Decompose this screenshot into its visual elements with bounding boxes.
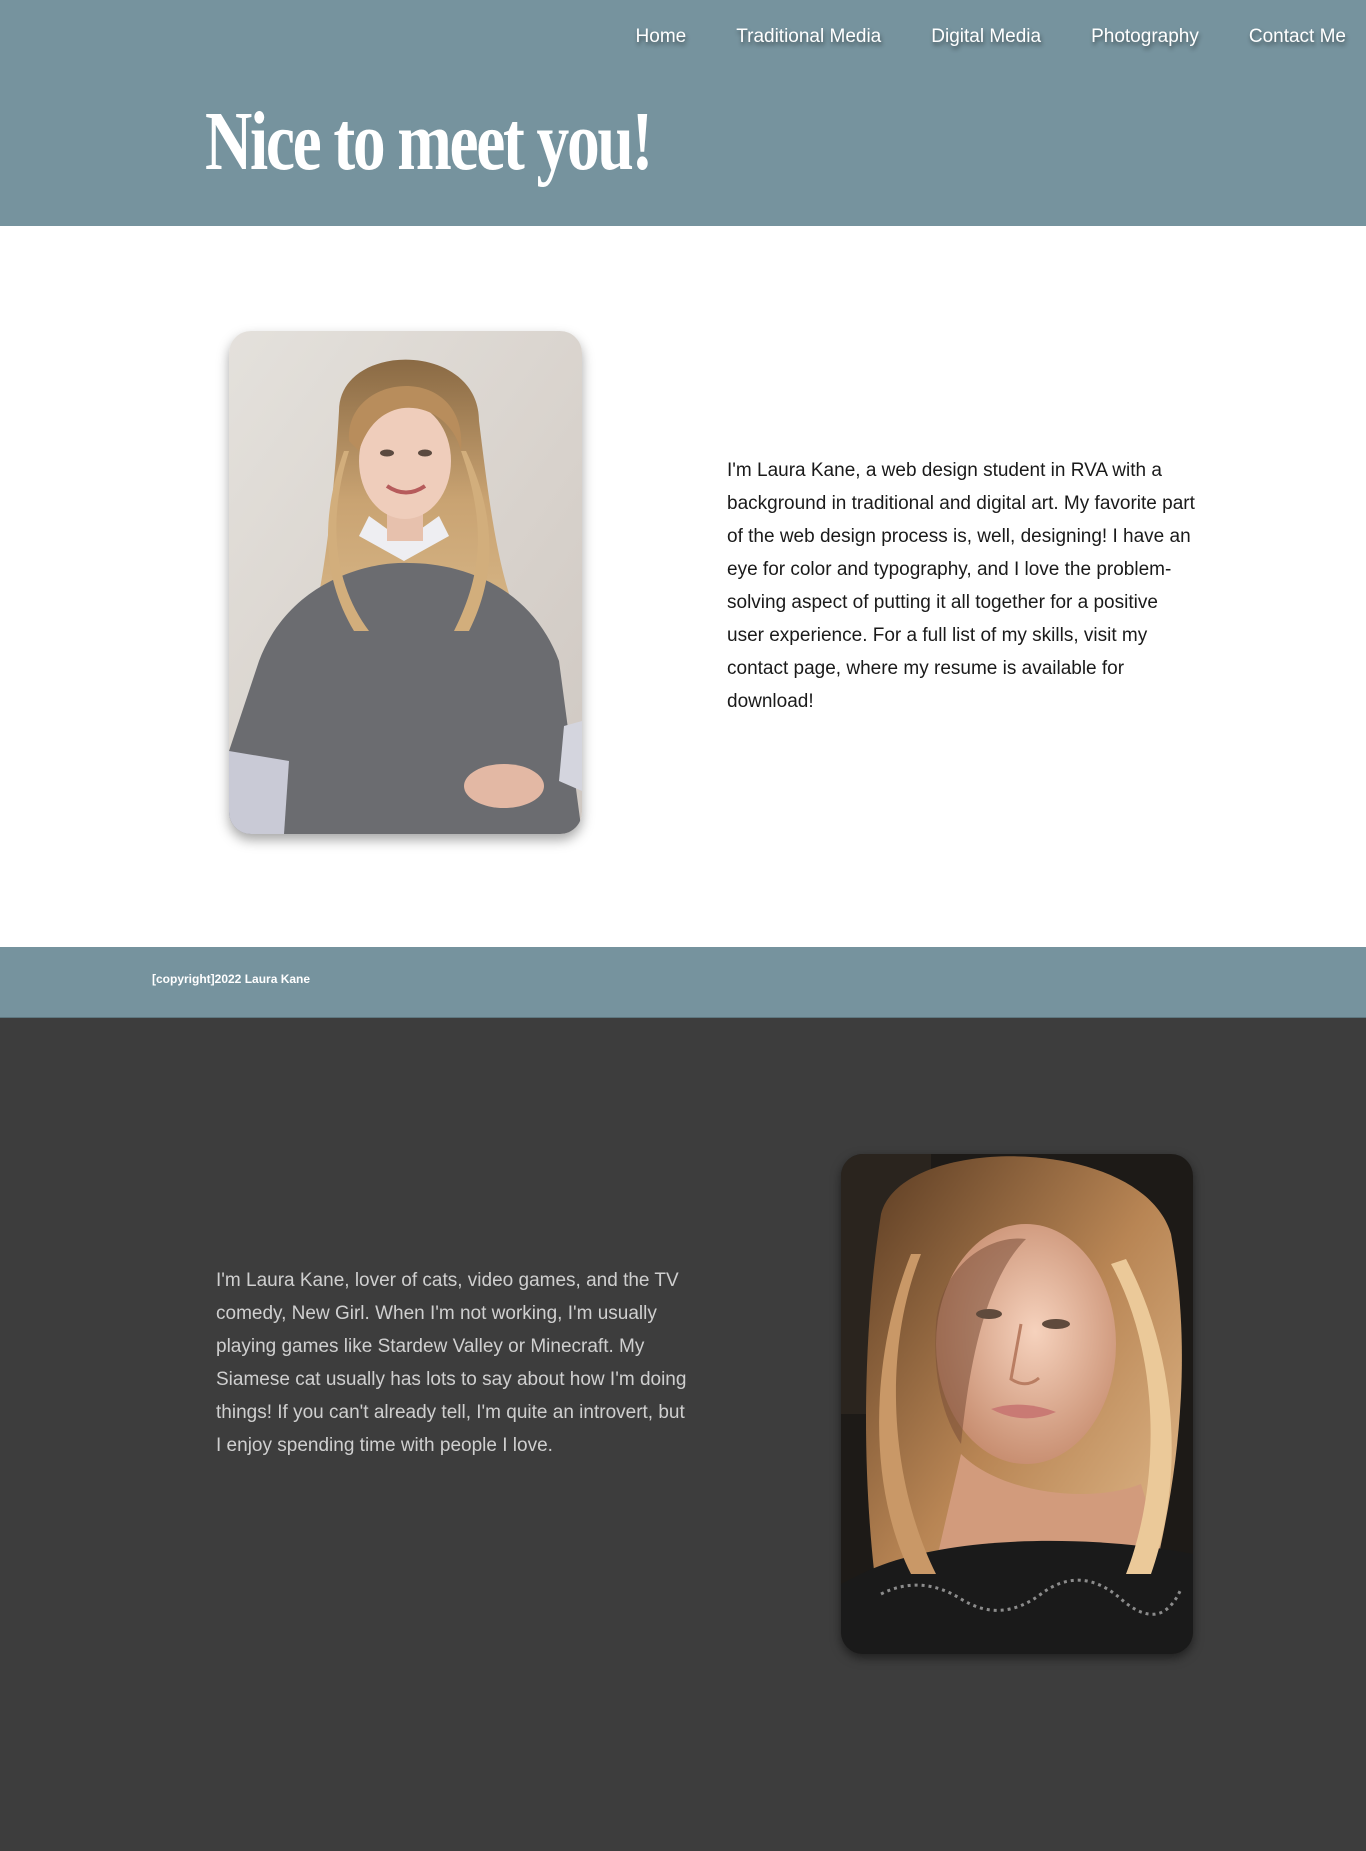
site-footer: [copyright]2022 Laura Kane: [0, 947, 1366, 1018]
personal-bio-text: I'm Laura Kane, lover of cats, video gam…: [216, 1270, 687, 1456]
main-nav: Home Traditional Media Digital Media Pho…: [586, 22, 1346, 52]
nav-digital-media-link[interactable]: Digital Media: [931, 22, 1041, 52]
nav-photography-link[interactable]: Photography: [1091, 22, 1199, 52]
selfie-photo: [841, 1154, 1193, 1654]
nav-home-link[interactable]: Home: [636, 22, 687, 52]
personal-section: I'm Laura Kane, lover of cats, video gam…: [0, 1018, 1366, 1851]
nav-traditional-media-link[interactable]: Traditional Media: [736, 22, 881, 52]
site-header: Home Traditional Media Digital Media Pho…: [0, 0, 1366, 226]
about-section: I'm Laura Kane, a web design student in …: [0, 226, 1366, 947]
nav-contact-me-link[interactable]: Contact Me: [1249, 22, 1346, 52]
page-title: Nice to meet you!: [205, 95, 653, 188]
about-bio-text: I'm Laura Kane, a web design student in …: [727, 460, 1195, 712]
copyright-text: [copyright]2022 Laura Kane: [152, 972, 311, 986]
portrait-photo: [229, 331, 582, 834]
